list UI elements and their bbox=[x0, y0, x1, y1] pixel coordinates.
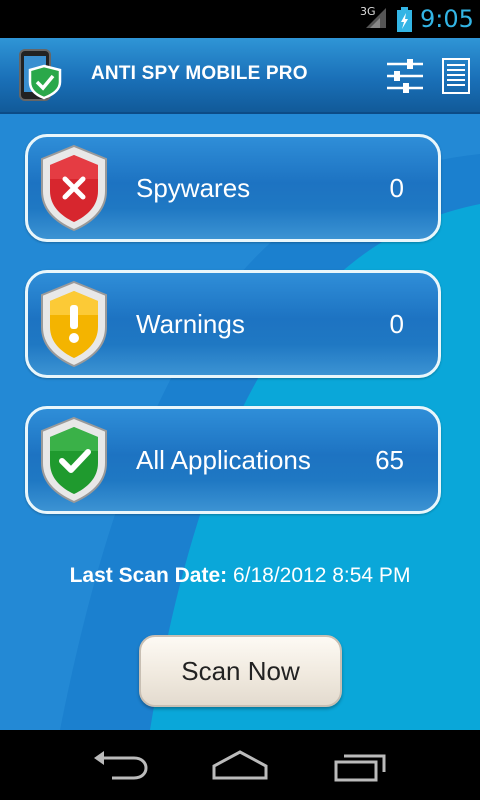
sliders-icon[interactable] bbox=[385, 56, 425, 96]
scan-now-button[interactable]: Scan Now bbox=[139, 635, 342, 707]
recent-apps-icon[interactable] bbox=[330, 748, 390, 782]
green-shield-check-icon bbox=[38, 415, 110, 505]
last-scan-date: Last Scan Date: 6/18/2012 8:54 PM bbox=[0, 564, 480, 588]
clock: 9:05 bbox=[420, 5, 474, 33]
navigation-bar bbox=[0, 730, 480, 800]
battery-icon bbox=[397, 7, 412, 32]
home-icon[interactable] bbox=[210, 748, 270, 782]
app-title: ANTI SPY MOBILE PRO bbox=[91, 63, 308, 84]
card-count: 65 bbox=[375, 445, 404, 475]
card-label: Spywares bbox=[136, 173, 251, 203]
status-bar: 3G 9:05 bbox=[0, 0, 480, 38]
spywares-card[interactable]: Spywares 0 bbox=[25, 134, 441, 242]
network-signal-icon: 3G bbox=[360, 5, 388, 30]
card-count: 0 bbox=[389, 173, 404, 203]
back-icon[interactable] bbox=[90, 748, 150, 782]
list-icon[interactable] bbox=[442, 56, 470, 96]
card-label: Warnings bbox=[136, 309, 245, 339]
app-logo-icon bbox=[16, 48, 68, 104]
network-type: 3G bbox=[360, 5, 376, 18]
last-scan-value: 6/18/2012 8:54 PM bbox=[232, 564, 411, 587]
yellow-shield-exclamation-icon bbox=[38, 279, 110, 369]
card-label: All Applications bbox=[136, 445, 311, 475]
red-shield-x-icon bbox=[38, 143, 110, 233]
warnings-card[interactable]: Warnings 0 bbox=[25, 270, 441, 378]
all-applications-card[interactable]: All Applications 65 bbox=[25, 406, 441, 514]
card-count: 0 bbox=[389, 309, 404, 339]
main-content: Spywares 0 Warnings 0 All Applications 6… bbox=[0, 114, 480, 730]
last-scan-label: Last Scan Date: bbox=[69, 564, 228, 587]
app-header: ANTI SPY MOBILE PRO bbox=[0, 38, 480, 114]
